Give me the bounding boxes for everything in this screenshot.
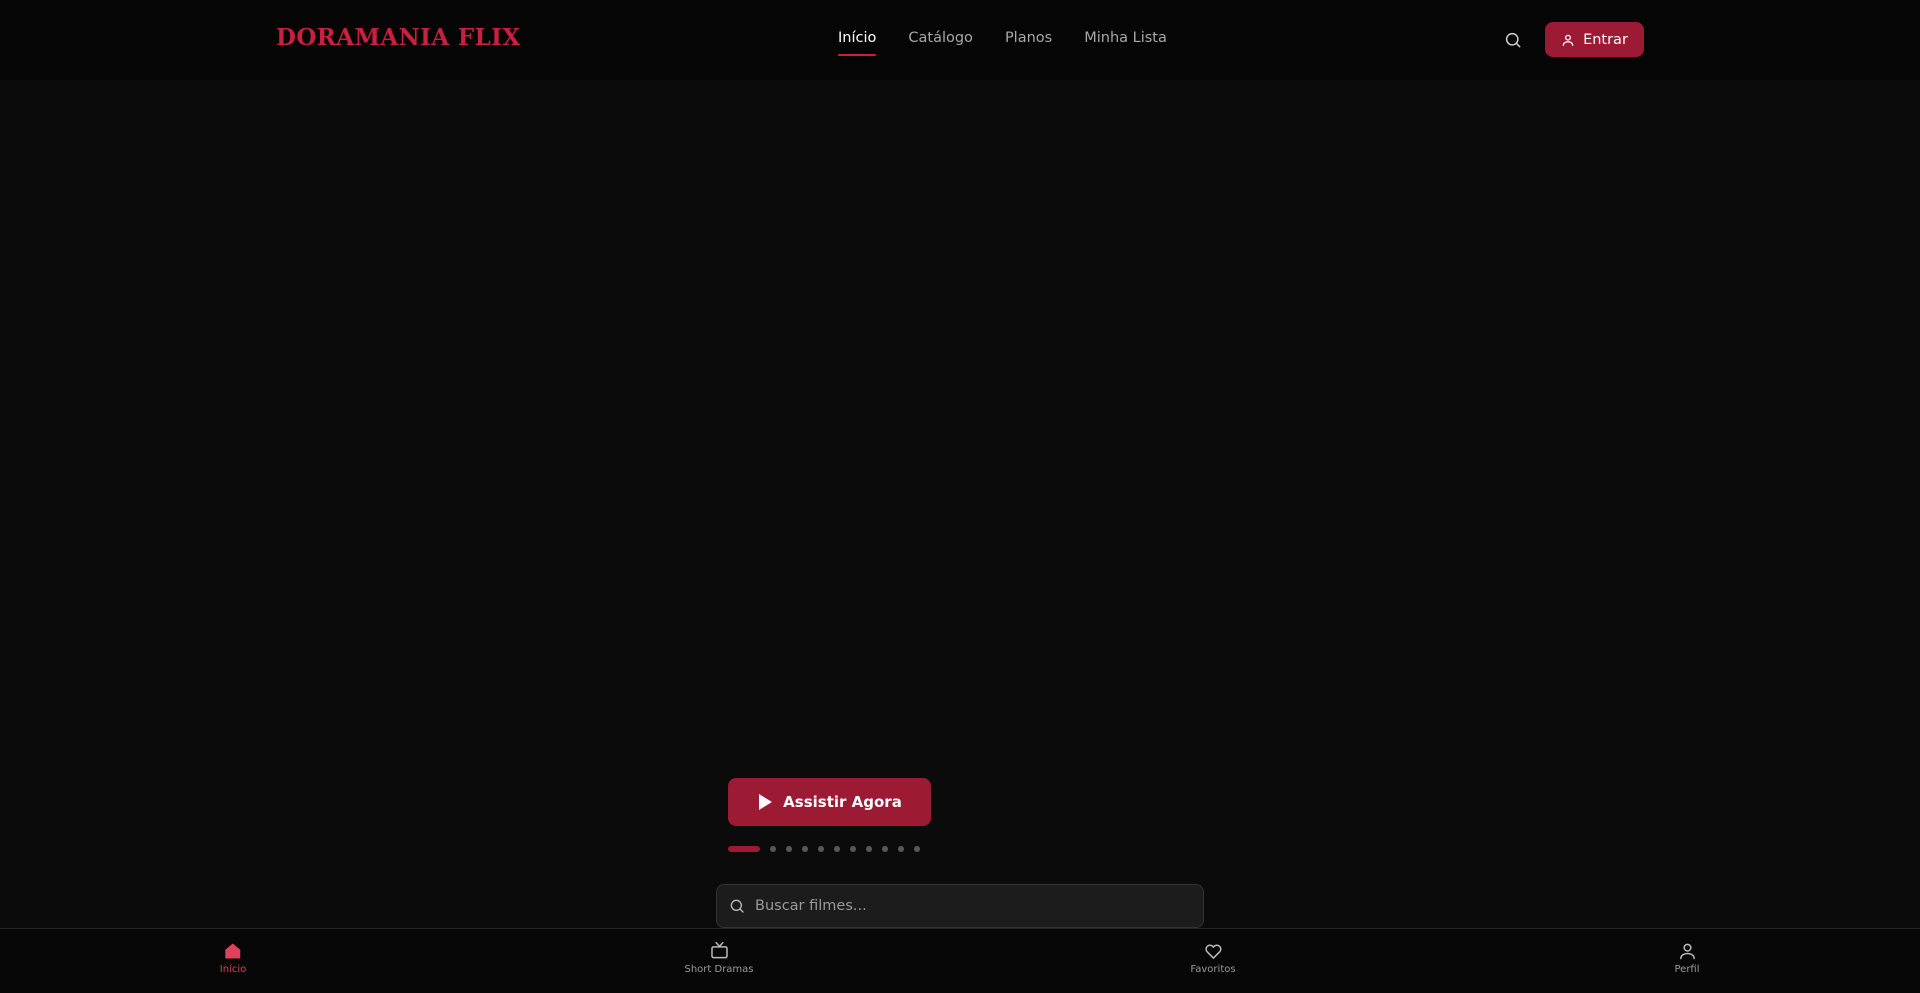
bottom-nav-favoritos[interactable]: Favoritos	[1190, 941, 1236, 975]
bottom-nav-label: Short Dramas	[684, 964, 754, 975]
nav-link-planos[interactable]: Planos	[1005, 30, 1052, 58]
carousel-dot[interactable]	[834, 846, 840, 852]
bottom-nav-inicio[interactable]: Início	[220, 941, 246, 975]
main-nav: Início Catálogo Planos Minha Lista	[838, 30, 1167, 58]
carousel-dot[interactable]	[770, 846, 776, 852]
carousel-dot[interactable]	[914, 846, 920, 852]
tv-icon	[709, 941, 729, 961]
search-icon	[1504, 31, 1522, 49]
search-input[interactable]	[755, 898, 1195, 914]
search-button[interactable]	[1502, 29, 1524, 51]
hero-banner	[0, 80, 1920, 928]
carousel-dot[interactable]	[802, 846, 808, 852]
bottom-nav-label: Favoritos	[1190, 964, 1236, 975]
bottom-nav-label: Perfil	[1674, 964, 1700, 975]
play-icon	[757, 793, 773, 811]
carousel-dot[interactable]	[786, 846, 792, 852]
carousel-dot[interactable]	[850, 846, 856, 852]
bottom-nav-short-dramas[interactable]: Short Dramas	[684, 941, 754, 975]
login-label: Entrar	[1583, 31, 1628, 48]
carousel-dot[interactable]	[882, 846, 888, 852]
watch-now-button[interactable]: Assistir Agora	[728, 778, 931, 826]
bottom-nav-label: Início	[219, 964, 247, 975]
search-bar[interactable]	[716, 884, 1204, 928]
brand-logo[interactable]: DORAMANIA FLIX	[276, 24, 521, 51]
carousel-dot[interactable]	[728, 846, 760, 852]
search-icon	[729, 898, 745, 914]
nav-link-catalogo[interactable]: Catálogo	[908, 30, 973, 58]
top-header: DORAMANIA FLIX Início Catálogo Planos Mi…	[0, 0, 1920, 80]
carousel-dot[interactable]	[866, 846, 872, 852]
home-icon	[223, 941, 243, 961]
carousel-indicators	[728, 846, 920, 852]
nav-link-minha-lista[interactable]: Minha Lista	[1084, 30, 1167, 58]
nav-link-inicio[interactable]: Início	[838, 30, 877, 58]
carousel-dot[interactable]	[818, 846, 824, 852]
watch-now-label: Assistir Agora	[783, 793, 902, 811]
user-icon	[1561, 33, 1575, 47]
user-icon	[1677, 941, 1697, 961]
bottom-nav: Início Short Dramas Favoritos Perfil	[0, 928, 1920, 993]
carousel-dot[interactable]	[898, 846, 904, 852]
bottom-nav-perfil[interactable]: Perfil	[1674, 941, 1700, 975]
login-button[interactable]: Entrar	[1545, 22, 1644, 57]
heart-icon	[1203, 941, 1223, 961]
